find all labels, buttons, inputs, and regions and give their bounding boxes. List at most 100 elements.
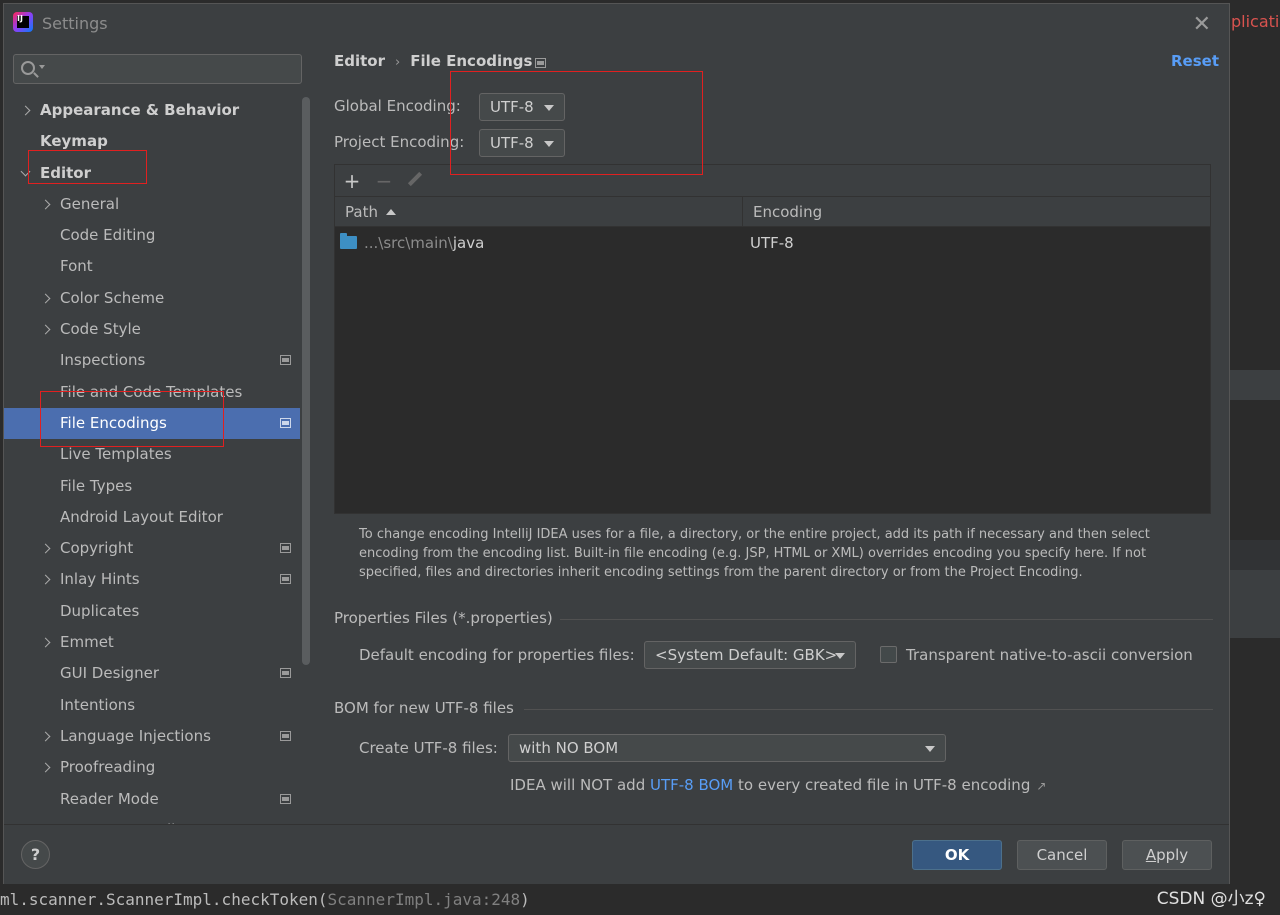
background-ide-panel xyxy=(1230,0,1280,915)
settings-search-input[interactable] xyxy=(46,59,296,79)
sidebar-item-editor[interactable]: Editor xyxy=(4,158,300,189)
global-encoding-value: UTF-8 xyxy=(490,98,534,116)
sidebar-item-label: Appearance & Behavior xyxy=(40,101,240,119)
background-stacktrace-line: ml.scanner.ScannerImpl.checkToken(Scanne… xyxy=(0,890,530,909)
column-header-path-label: Path xyxy=(345,203,378,221)
column-header-path[interactable]: Path xyxy=(335,197,743,227)
sidebar-item-inspections[interactable]: Inspections xyxy=(4,345,300,376)
table-header: Path Encoding xyxy=(335,197,1210,227)
sidebar-item-file-encodings[interactable]: File Encodings xyxy=(4,407,300,440)
chevron-right-icon[interactable] xyxy=(40,637,51,648)
sidebar-item-file-and-code-templates[interactable]: File and Code Templates xyxy=(4,377,300,408)
search-icon[interactable] xyxy=(21,61,35,75)
dropdown-arrow-icon xyxy=(835,653,845,659)
reset-link[interactable]: Reset xyxy=(1171,52,1219,70)
edit-pencil-icon[interactable] xyxy=(407,171,423,187)
sidebar-item-keymap[interactable]: Keymap xyxy=(4,126,300,157)
sidebar-item-label: Inspections xyxy=(60,351,146,370)
settings-dialog: IJ Settings ✕ Appearance & Behavior Keyma… xyxy=(3,3,1230,884)
sidebar-item-general[interactable]: General xyxy=(4,189,300,220)
chevron-right-icon[interactable] xyxy=(40,731,51,742)
chevron-right-icon[interactable] xyxy=(40,293,51,304)
stacktrace-location-link[interactable]: ScannerImpl.java:248 xyxy=(328,890,521,909)
sidebar-item-language-injections[interactable]: Language Injections xyxy=(4,721,300,752)
properties-encoding-combo[interactable]: <System Default: GBK> xyxy=(644,641,856,669)
sidebar-item-label: Keymap xyxy=(40,132,108,151)
sidebar-item-code-editing[interactable]: Code Editing xyxy=(4,220,300,251)
remove-icon[interactable]: − xyxy=(373,169,395,193)
path-prefix: ...\src\main\ xyxy=(364,234,453,252)
external-link-icon[interactable]: ↗ xyxy=(1036,779,1046,793)
sidebar-item-label: Reader Mode xyxy=(60,789,159,808)
table-cell-path: ...\src\main\java xyxy=(364,227,484,259)
settings-tree: Appearance & Behavior Keymap Editor General… xyxy=(4,95,300,824)
close-icon[interactable]: ✕ xyxy=(1193,12,1211,37)
chevron-right-icon[interactable] xyxy=(40,324,51,335)
sidebar-item-label: Language Injections xyxy=(60,726,211,745)
sidebar-item-color-scheme[interactable]: Color Scheme xyxy=(4,283,300,314)
project-encoding-label: Project Encoding: xyxy=(334,133,465,151)
sidebar-item-label: Inlay Hints xyxy=(60,570,140,589)
breadcrumb-separator: › xyxy=(395,55,401,70)
sidebar-item-textmate-bundles[interactable]: TextMate Bundles xyxy=(4,815,300,824)
ok-button[interactable]: OK xyxy=(912,840,1002,870)
sidebar-item-label: Intentions xyxy=(60,695,136,714)
chevron-down-icon[interactable] xyxy=(20,166,31,177)
transparent-native-to-ascii-label[interactable]: Transparent native-to-ascii conversion xyxy=(906,646,1193,664)
sidebar-item-label: Code Style xyxy=(60,320,141,339)
dialog-titlebar[interactable]: IJ Settings ✕ xyxy=(4,4,1229,42)
sidebar-item-duplicates[interactable]: Duplicates xyxy=(4,596,300,627)
create-utf8-files-combo[interactable]: with NO BOM xyxy=(508,734,946,762)
sidebar-item-appearance-behavior[interactable]: Appearance & Behavior xyxy=(4,95,300,126)
project-level-icon xyxy=(280,543,291,554)
properties-encoding-value: <System Default: GBK> xyxy=(655,646,838,664)
properties-section-title: Properties Files (*.properties) xyxy=(334,609,553,627)
sort-ascending-icon xyxy=(385,209,396,215)
project-encoding-value: UTF-8 xyxy=(490,134,534,152)
sidebar-item-proofreading[interactable]: Proofreading xyxy=(4,752,300,783)
sidebar-item-live-templates[interactable]: Live Templates xyxy=(4,439,300,470)
dropdown-arrow-icon xyxy=(544,105,554,111)
sidebar-item-gui-designer[interactable]: GUI Designer xyxy=(4,658,300,689)
global-encoding-combo[interactable]: UTF-8 xyxy=(479,93,565,121)
utf8-bom-link[interactable]: UTF-8 BOM xyxy=(650,776,733,794)
project-level-icon xyxy=(280,668,291,679)
chevron-right-icon[interactable] xyxy=(40,762,51,773)
add-icon[interactable]: + xyxy=(341,169,363,193)
cancel-button[interactable]: Cancel xyxy=(1017,840,1107,870)
table-row[interactable]: ...\src\main\java UTF-8 xyxy=(335,227,1210,259)
sidebar-item-file-types[interactable]: File Types xyxy=(4,471,300,502)
sidebar-item-font[interactable]: Font xyxy=(4,251,300,282)
global-encoding-label: Global Encoding: xyxy=(334,97,461,115)
sidebar-item-inlay-hints[interactable]: Inlay Hints xyxy=(4,564,300,595)
sidebar-item-intentions[interactable]: Intentions xyxy=(4,690,300,721)
properties-default-encoding-label: Default encoding for properties files: xyxy=(359,646,635,664)
transparent-native-to-ascii-checkbox[interactable] xyxy=(880,646,897,663)
sidebar-item-copyright[interactable]: Copyright xyxy=(4,533,300,564)
chevron-right-icon[interactable] xyxy=(40,575,51,585)
settings-search-box[interactable] xyxy=(13,54,302,84)
apply-mnemonic: A xyxy=(1145,846,1157,864)
project-encoding-combo[interactable]: UTF-8 xyxy=(479,129,565,157)
sidebar-item-label: File Encodings xyxy=(60,413,167,432)
sidebar-item-emmet[interactable]: Emmet xyxy=(4,627,300,658)
sidebar-item-label: Duplicates xyxy=(60,601,140,620)
sidebar-scrollbar[interactable] xyxy=(302,97,310,665)
help-button[interactable]: ? xyxy=(21,840,50,869)
bom-note-before: IDEA will NOT add xyxy=(510,776,650,794)
sidebar-item-code-style[interactable]: Code Style xyxy=(4,314,300,345)
project-level-icon xyxy=(280,574,291,585)
column-header-encoding[interactable]: Encoding xyxy=(744,197,822,227)
sidebar-item-reader-mode[interactable]: Reader Mode xyxy=(4,784,300,815)
table-cell-encoding[interactable]: UTF-8 xyxy=(750,227,794,259)
bom-note: IDEA will NOT add UTF-8 BOM to every cre… xyxy=(510,776,1046,794)
apply-button[interactable]: Apply xyxy=(1122,840,1212,870)
chevron-right-icon[interactable] xyxy=(20,105,31,116)
sidebar-item-android-layout-editor[interactable]: Android Layout Editor xyxy=(4,502,300,533)
search-history-caret-icon[interactable] xyxy=(39,65,45,69)
bom-section-title: BOM for new UTF-8 files xyxy=(334,699,514,717)
sidebar-item-label: General xyxy=(60,194,120,213)
create-utf8-files-value: with NO BOM xyxy=(519,739,619,757)
chevron-right-icon[interactable] xyxy=(40,543,51,554)
chevron-right-icon[interactable] xyxy=(40,199,51,210)
